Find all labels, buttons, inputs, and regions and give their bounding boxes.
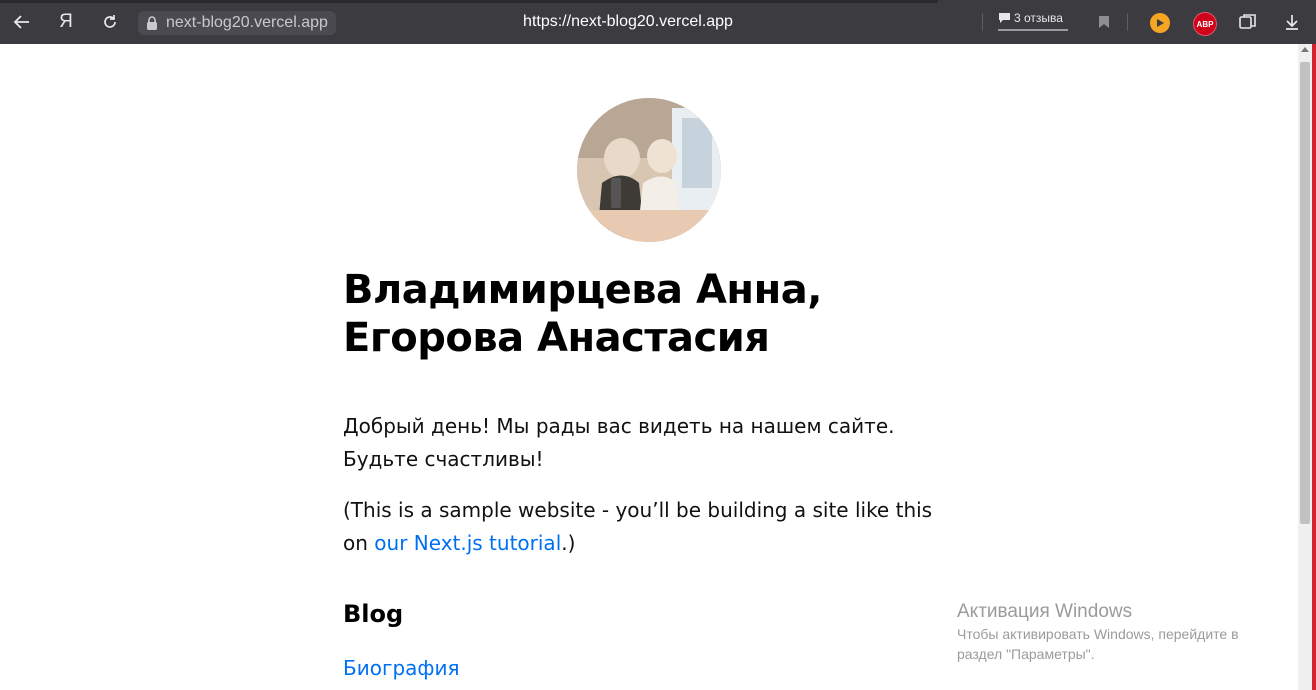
watermark-title: Активация Windows [957,601,1133,622]
play-icon [1157,19,1164,27]
comment-icon [999,13,1010,23]
adblock-plus-button[interactable]: ABP [1193,12,1217,36]
window-edge [1312,44,1316,690]
page-title-line-1: Владимирцева Анна, [343,267,822,313]
download-icon [1286,15,1298,30]
profile-photo [577,98,721,242]
page-title: Владимирцева Анна, Егорова Анастасия [343,266,943,362]
watermark-text: Чтобы активировать Windows, перейдите в … [957,626,1239,662]
blog-heading: Blog [343,600,404,628]
sample-note: (This is a sample website - you’ll be bu… [343,494,943,560]
tutorial-link[interactable]: our Next.js tutorial [374,531,561,555]
reviews-underline [998,29,1068,31]
bookmark-button[interactable] [1092,10,1116,34]
bookmark-icon [1099,16,1109,28]
profile-avatar [577,98,721,242]
browser-toolbar: Я next-blog20.vercel.app https://next-bl… [0,0,1316,44]
collections-button[interactable] [1236,10,1260,34]
media-extension-button[interactable] [1150,13,1170,33]
intro-text: Добрый день! Мы рады вас видеть на нашем… [343,414,895,471]
tab-strip-edge [0,0,938,3]
downloads-button[interactable] [1280,10,1304,34]
toolbar-divider [1127,13,1128,31]
scrollbar-thumb[interactable] [1300,62,1310,524]
reviews-button[interactable]: 3 отзыва [998,11,1063,25]
blog-post-link[interactable]: Биография [343,656,460,680]
toolbar-divider [982,13,983,31]
sample-note-suffix: .) [561,531,576,555]
abp-label: ABP [1196,19,1214,29]
page-title-line-2: Егорова Анастасия [343,315,770,361]
reviews-label: 3 отзыва [1014,11,1063,25]
windows-activation-watermark: Активация Windows Чтобы активировать Win… [957,600,1267,664]
collections-icon [1239,14,1256,29]
scroll-up-arrow-icon[interactable] [1301,47,1309,52]
